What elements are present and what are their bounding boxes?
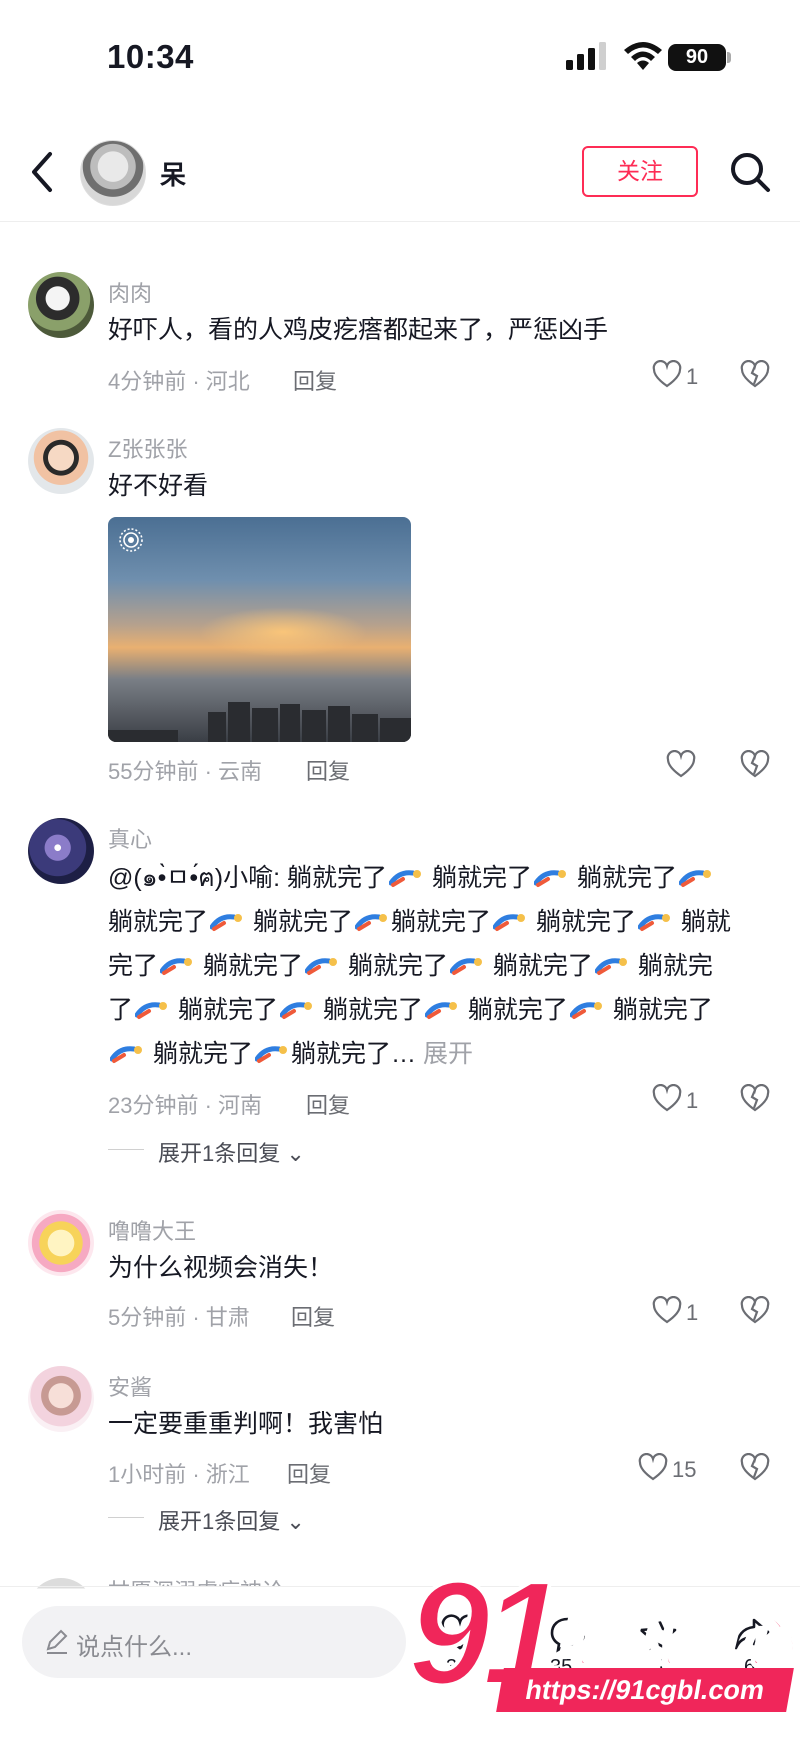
comment-meta: 5分钟前 · 甘肃 (108, 1305, 250, 1330)
heart-icon[interactable] (652, 1296, 682, 1326)
lying-flat-emoji-icon (304, 958, 337, 975)
follow-button[interactable]: 关注 (582, 146, 698, 197)
header-avatar[interactable] (80, 140, 146, 206)
status-time: 10:34 (107, 38, 194, 75)
lying-flat-emoji-icon (354, 914, 387, 931)
comment-text: 好不好看 (108, 472, 209, 500)
avatar[interactable] (28, 272, 94, 338)
expand-divider (108, 1149, 144, 1150)
lying-flat-emoji-icon (135, 1002, 168, 1019)
reply-button[interactable]: 回复 (293, 364, 337, 396)
comment-username: 甘愿深溺虐病神论 (108, 1579, 285, 1604)
cellular-signal-icon (566, 42, 606, 70)
comment-username[interactable]: 真心 (108, 822, 152, 854)
lying-flat-emoji-icon (279, 1002, 312, 1019)
comment-meta: 55分钟前 · 云南 (108, 759, 263, 784)
comment-username[interactable]: Z张张张 (108, 432, 187, 464)
reply-button[interactable]: 回复 (306, 754, 350, 786)
dislike-icon[interactable] (740, 360, 770, 390)
comment-text: 一定要重重判啊！我害怕 (108, 1410, 384, 1438)
header-divider (0, 221, 800, 222)
comment-text: @(๑•̀ㅁ•́ฅ)小喻: 躺就完了 躺就完了 躺就完了 躺就完了 躺就完了 躺就… (108, 864, 731, 1068)
reply-button[interactable]: 回复 (287, 1457, 331, 1489)
lying-flat-emoji-icon (594, 958, 627, 975)
expand-text-link[interactable]: 展开 (423, 1040, 473, 1068)
like-count: 1 (686, 1088, 699, 1113)
comment-meta: 23分钟前 · 河南 (108, 1093, 263, 1118)
lying-flat-emoji-icon (678, 870, 711, 887)
watermark-url: https://91cgbl.com (496, 1668, 794, 1712)
comment-text: 为什么视频会消失！ (108, 1254, 334, 1282)
lying-flat-emoji-icon (160, 958, 193, 975)
comment-username[interactable]: 噜噜大王 (108, 1214, 196, 1246)
back-arrow-icon[interactable] (28, 150, 56, 194)
like-count: 1 (686, 1300, 699, 1325)
comment-meta: 4分钟前 · 河北 (108, 369, 250, 394)
bottom-divider (0, 1586, 800, 1587)
lying-flat-emoji-icon (534, 870, 567, 887)
like-count: 15 (672, 1457, 697, 1482)
lying-flat-emoji-icon (449, 958, 482, 975)
comment-input-placeholder[interactable]: 说点什么... (76, 1627, 192, 1662)
avatar[interactable] (28, 1210, 94, 1276)
lying-flat-emoji-icon (389, 870, 422, 887)
lying-flat-emoji-icon (254, 1046, 287, 1063)
battery-level: 90 (668, 44, 726, 71)
comment-username[interactable]: 肉肉 (108, 276, 152, 308)
mention-link[interactable]: @(๑•̀ㅁ•́ฅ)小喻: (108, 864, 280, 892)
lying-flat-emoji-icon (569, 1002, 602, 1019)
dislike-icon[interactable] (740, 1296, 770, 1326)
expand-replies-button[interactable]: 展开1条回复 ⌄ (158, 1136, 305, 1168)
dislike-icon[interactable] (740, 750, 770, 780)
heart-icon[interactable] (652, 1084, 682, 1114)
chevron-down-icon: ⌄ (286, 1141, 305, 1166)
avatar[interactable] (28, 428, 94, 494)
pencil-icon (46, 1629, 68, 1654)
chevron-down-icon: ⌄ (286, 1509, 305, 1534)
heart-icon[interactable] (666, 750, 696, 780)
lying-flat-emoji-icon (424, 1002, 457, 1019)
like-count: 1 (686, 364, 699, 389)
dislike-icon[interactable] (740, 1453, 770, 1483)
avatar[interactable] (28, 818, 94, 884)
dislike-icon[interactable] (740, 1084, 770, 1114)
search-icon[interactable] (728, 150, 772, 194)
header-username[interactable]: 呆 (160, 155, 186, 192)
expand-divider (108, 1517, 144, 1518)
comment-text: 好吓人，看的人鸡皮疙瘩都起来了，严惩凶手 (108, 316, 609, 344)
lying-flat-emoji-icon (110, 1046, 142, 1063)
comment-username[interactable]: 安酱 (108, 1370, 152, 1402)
heart-icon[interactable] (638, 1453, 668, 1483)
comment-photo[interactable] (108, 517, 411, 742)
avatar[interactable] (28, 1366, 94, 1432)
wifi-icon (624, 42, 662, 70)
lying-flat-emoji-icon (637, 914, 670, 931)
battery-cap (727, 52, 731, 63)
heart-icon[interactable] (652, 360, 682, 390)
lying-flat-emoji-icon (493, 914, 525, 931)
reply-button[interactable]: 回复 (291, 1300, 335, 1332)
live-photo-icon (119, 528, 143, 552)
comment-meta: 1小时前 · 浙江 (108, 1462, 250, 1487)
lying-flat-emoji-icon (210, 914, 243, 931)
expand-replies-button[interactable]: 展开1条回复 ⌄ (158, 1504, 305, 1536)
watermark-logo-text: 吃瓜中心 (554, 1608, 797, 1675)
reply-button[interactable]: 回复 (306, 1088, 350, 1120)
